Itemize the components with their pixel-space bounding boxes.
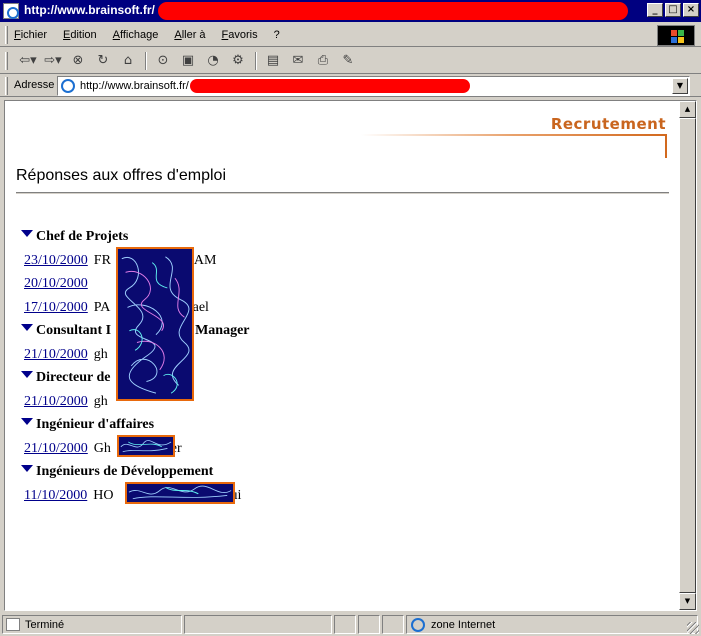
date-link[interactable]: 21/10/2000 [24,394,88,409]
menu-help[interactable]: ? [274,29,280,41]
address-dropdown-button[interactable]: ▼ [672,78,688,94]
redaction-scribble [125,482,235,504]
toolbar-icons: ⇦▾ ⇨▾ ⊗ ↻ ⌂ ⊙ ▣ ◔ ⚙ ▤ ✉ ⎙ ✎ [18,52,363,70]
date-link[interactable]: 17/10/2000 [24,300,88,315]
address-input[interactable]: http://www.brainsoft.fr/ ▼ [57,76,690,96]
menu-edition[interactable]: Edition [63,29,97,41]
date-link[interactable]: 23/10/2000 [24,253,88,268]
category-heading: Ingénieur d'affaires [21,414,250,438]
scroll-up-button[interactable]: ▲ [679,101,696,118]
section-rule-vertical [665,134,667,158]
date-link[interactable]: 11/10/2000 [24,488,87,503]
address-label: Adresse [14,79,55,91]
minimize-button[interactable]: _ [647,3,663,17]
status-panel-progress [184,615,332,634]
redaction-scribble [116,247,194,401]
date-link[interactable]: 21/10/2000 [24,441,88,456]
section-rule [361,134,667,136]
title-rule [16,192,669,194]
triangle-down-icon [21,418,33,425]
status-bar: Terminé zone Internet [0,613,701,636]
channels-icon[interactable]: ⚙ [228,52,248,70]
redaction-mark [158,2,628,20]
status-panel [382,615,404,634]
stop-icon[interactable]: ⊗ [68,52,88,70]
triangle-down-icon [21,230,33,237]
address-url: http://www.brainsoft.fr/ [80,80,189,92]
category-heading: Chef de Projets [21,226,250,250]
status-panel [334,615,356,634]
window-title: http://www.brainsoft.fr/ [24,3,155,17]
history-icon[interactable]: ◔ [203,52,223,70]
scroll-down-button[interactable]: ▼ [679,593,696,610]
triangle-down-icon [21,465,33,472]
page-viewport[interactable]: Recrutement Réponses aux offres d'emploi… [4,100,697,611]
toolbar: ⇦▾ ⇨▾ ⊗ ↻ ⌂ ⊙ ▣ ◔ ⚙ ▤ ✉ ⎙ ✎ [0,48,701,74]
zone-text: zone Internet [431,619,496,631]
address-bar: Adresse http://www.brainsoft.fr/ ▼ [0,75,701,97]
address-grip[interactable] [5,77,8,95]
back-icon[interactable]: ⇦▾ [18,52,38,70]
menu-grip[interactable] [5,26,8,44]
resize-grip[interactable] [687,622,699,634]
menu-aller[interactable]: Aller à [174,29,205,41]
ie-page-icon [61,79,75,93]
menu-items: Fichier Edition Affichage Aller à Favori… [14,29,296,41]
status-text: Terminé [25,619,65,631]
internet-zone-icon [411,618,425,632]
refresh-icon[interactable]: ↻ [93,52,113,70]
close-button[interactable]: × [683,3,699,17]
triangle-down-icon [21,324,33,331]
security-zone-panel: zone Internet [406,615,698,634]
favorites-icon[interactable]: ▣ [178,52,198,70]
status-panel: Terminé [2,615,182,634]
status-panel [358,615,380,634]
mail-icon[interactable]: ✉ [288,52,308,70]
date-link[interactable]: 20/10/2000 [24,276,88,291]
home-icon[interactable]: ⌂ [118,52,138,70]
window-controls: _ □ × [647,3,699,17]
menu-fichier[interactable]: Fichier [14,29,47,41]
menu-favoris[interactable]: Favoris [222,29,258,41]
search-icon[interactable]: ⊙ [153,52,173,70]
toolbar-grip[interactable] [5,52,8,70]
forward-icon[interactable]: ⇨▾ [43,52,63,70]
scrollbar-thumb[interactable] [679,118,696,593]
redaction-scribble [117,435,175,457]
page-done-icon [6,618,20,631]
section-heading: Recrutement [550,115,666,133]
menu-affichage[interactable]: Affichage [113,29,159,41]
page-title: Réponses aux offres d'emploi [16,167,226,184]
windows-logo-icon [657,25,695,46]
triangle-down-icon [21,371,33,378]
vertical-scrollbar[interactable]: ▲ ▼ [679,101,696,610]
toolbar-separator [255,52,257,70]
redaction-mark [190,79,470,93]
title-bar[interactable]: http://www.brainsoft.fr/ _ □ × [0,0,701,22]
edit-icon[interactable]: ✎ [338,52,358,70]
date-link[interactable]: 21/10/2000 [24,347,88,362]
fullscreen-icon[interactable]: ▤ [263,52,283,70]
print-icon[interactable]: ⎙ [313,52,333,70]
category-heading: Ingénieurs de Développement [21,461,250,485]
maximize-button[interactable]: □ [665,3,681,17]
toolbar-separator [145,52,147,70]
menu-bar: Fichier Edition Affichage Aller à Favori… [0,23,701,47]
ie-page-icon [3,3,19,19]
